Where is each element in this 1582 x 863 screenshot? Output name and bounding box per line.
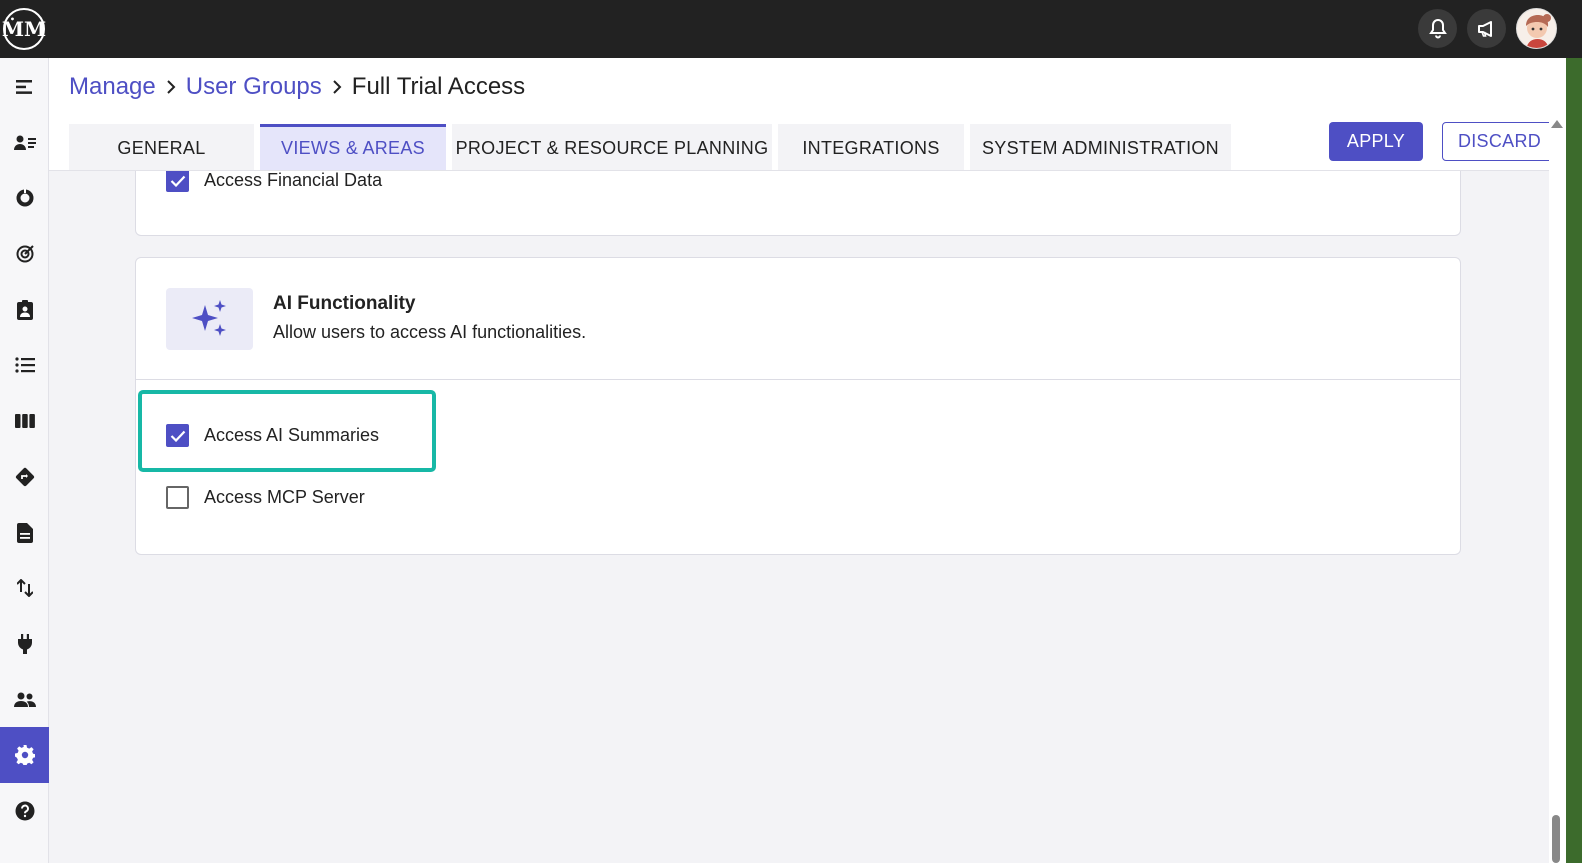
- transfer-arrows-icon: [16, 579, 33, 597]
- page-title: Full Trial Access: [351, 73, 526, 100]
- tab-integrations[interactable]: INTEGRATIONS: [778, 124, 964, 170]
- help-icon: [15, 801, 34, 821]
- list-icon: [14, 357, 35, 373]
- sidebar-item-integrations[interactable]: [0, 616, 49, 672]
- breadcrumb: Manage User Groups Full Trial Access: [69, 72, 525, 102]
- ai-section-description: Allow users to access AI functionalities…: [273, 322, 587, 342]
- tab-bar: GENERAL VIEWS & AREAS PROJECT & RESOURCE…: [69, 124, 1237, 170]
- users-icon: [13, 692, 36, 707]
- sidebar-item-assignments[interactable]: [0, 282, 49, 338]
- document-icon: [16, 523, 33, 543]
- financial-data-checkbox[interactable]: [166, 171, 189, 192]
- scroll-up-arrow-icon[interactable]: [1551, 120, 1563, 128]
- donut-chart-icon: [16, 189, 33, 207]
- mcp-server-label: Access MCP Server: [204, 487, 365, 507]
- columns-icon: [14, 414, 35, 428]
- financial-data-option[interactable]: Access Financial Data: [166, 170, 383, 192]
- tab-general[interactable]: GENERAL: [69, 124, 254, 170]
- sidebar-menu-toggle[interactable]: [0, 59, 49, 115]
- app-logo[interactable]: ṀM: [2, 8, 46, 50]
- window-edge: [1566, 58, 1582, 863]
- sidebar-item-transfers[interactable]: [0, 560, 49, 616]
- breadcrumb-user-groups[interactable]: User Groups: [186, 73, 322, 101]
- sidebar-item-board[interactable]: [0, 393, 49, 449]
- sidebar-item-list[interactable]: [0, 337, 49, 393]
- clipboard-user-icon: [16, 300, 33, 320]
- main-panel: Manage User Groups Full Trial Access GEN…: [49, 58, 1557, 863]
- target-icon: [16, 245, 34, 263]
- contacts-icon: [13, 135, 36, 150]
- chevron-right-icon: [332, 80, 342, 94]
- apply-button[interactable]: APPLY: [1329, 122, 1423, 161]
- user-avatar[interactable]: [1516, 8, 1557, 49]
- ai-section-title: AI Functionality: [273, 293, 416, 314]
- sidebar-item-roadmap[interactable]: [0, 449, 49, 505]
- highlight-annotation: [138, 390, 436, 472]
- notifications-bell-icon[interactable]: [1418, 9, 1457, 48]
- tab-views-areas[interactable]: VIEWS & AREAS: [260, 124, 446, 170]
- financial-data-label: Access Financial Data: [204, 170, 383, 190]
- tab-project-resource-planning[interactable]: PROJECT & RESOURCE PLANNING: [452, 124, 772, 170]
- sidebar-item-users[interactable]: [0, 672, 49, 728]
- sidebar: [0, 58, 49, 863]
- settings-content: Access Financial Data AI Functionality A…: [49, 170, 1549, 863]
- sparkles-icon: [166, 288, 253, 350]
- financial-section-card: Access Financial Data: [135, 170, 1461, 236]
- sidebar-item-goals[interactable]: [0, 226, 49, 282]
- menu-collapse-icon: [15, 80, 32, 94]
- sidebar-item-dashboard[interactable]: [0, 170, 49, 226]
- mcp-server-option[interactable]: Access MCP Server: [166, 486, 365, 509]
- section-divider: [136, 379, 1460, 380]
- breadcrumb-manage[interactable]: Manage: [69, 73, 156, 101]
- mcp-server-checkbox[interactable]: [166, 486, 189, 509]
- chevron-right-icon: [166, 80, 176, 94]
- scrollbar-thumb[interactable]: [1552, 815, 1560, 863]
- sidebar-item-documents[interactable]: [0, 505, 49, 561]
- top-bar: ṀM: [0, 0, 1582, 58]
- sidebar-item-contacts[interactable]: [0, 115, 49, 171]
- sidebar-item-settings[interactable]: [0, 727, 49, 783]
- tab-system-administration[interactable]: SYSTEM ADMINISTRATION: [970, 124, 1231, 170]
- checkmark-icon: [170, 175, 185, 187]
- route-sign-icon: [15, 467, 34, 487]
- announcements-megaphone-icon[interactable]: [1467, 9, 1506, 48]
- settings-icon: [14, 745, 35, 765]
- discard-button[interactable]: DISCARD: [1442, 122, 1557, 161]
- sidebar-item-help[interactable]: [0, 783, 49, 839]
- plug-icon: [17, 634, 32, 654]
